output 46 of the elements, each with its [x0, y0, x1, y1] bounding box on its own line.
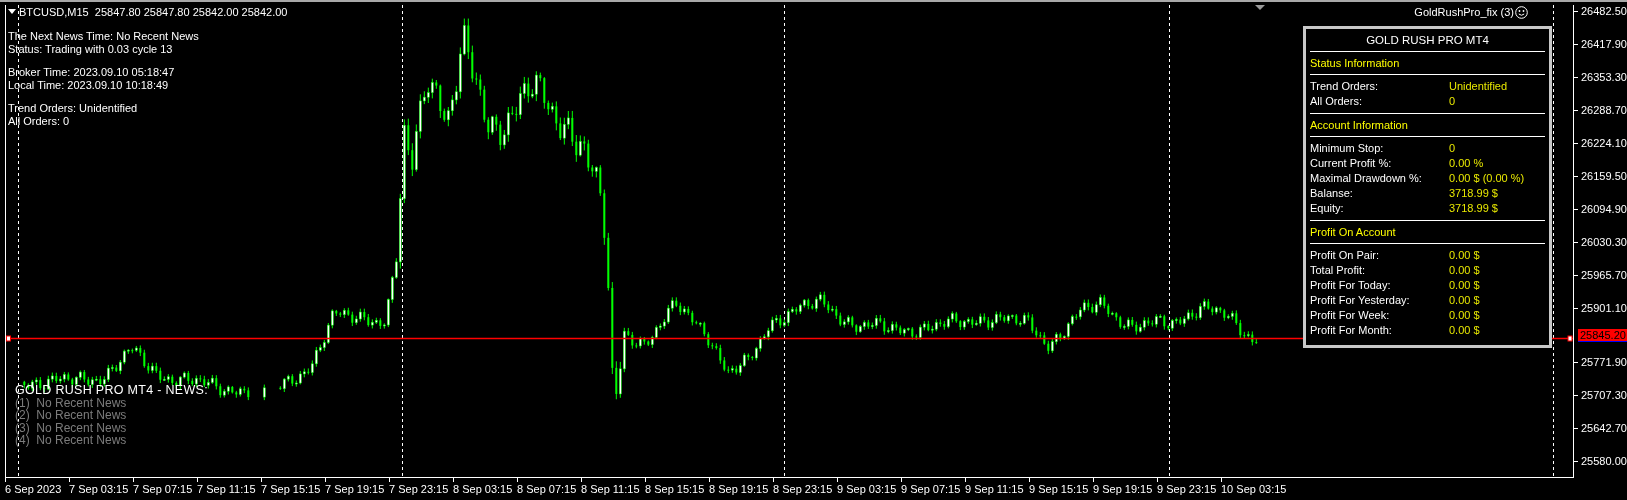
field-label: Maximal Drawdown %: [1310, 171, 1423, 186]
expert-label: GoldRushPro_fix (3) [1414, 6, 1514, 19]
smiley-icon[interactable] [1515, 6, 1528, 19]
field-label: Total Profit: [1310, 263, 1367, 278]
news-item: (2) No Recent News [15, 409, 128, 422]
status-text: Trend Orders: Unidentified [8, 102, 139, 115]
field-value: 0 [1449, 94, 1456, 109]
field-value: 0.00 $ [1449, 308, 1480, 323]
field-label: Trend Orders: [1310, 79, 1380, 94]
section-heading: Status Information [1310, 56, 1401, 71]
news-item: (3) No Recent News [15, 421, 128, 434]
current-price-label: 25845.20 [1578, 329, 1627, 342]
field-label: Equity: [1310, 201, 1345, 216]
field-label: Profit For Month: [1310, 323, 1393, 338]
news-title: GOLD RUSH PRO MT4 - NEWS: [15, 383, 208, 397]
news-item: (4) No Recent News [15, 433, 128, 447]
field-label: Current Profit %: [1310, 156, 1393, 171]
status-text: Status: Trading with 0.03 cycle 13 [8, 43, 174, 56]
section-heading: Account Information [1310, 118, 1409, 133]
field-value: 0.00 $ [1449, 278, 1480, 293]
dropdown-icon[interactable] [8, 9, 16, 15]
status-text: Broker Time: 2023.09.10 05:18:47 [8, 66, 176, 79]
field-label: All Orders: [1310, 94, 1363, 109]
section-heading: Profit On Account [1310, 225, 1397, 240]
field-value: 0.00 $ [1449, 293, 1480, 308]
field-value: 0.00 $ (0.00 %) [1449, 171, 1525, 186]
symbol-header: BTCUSD,M15 25847.80 25847.80 25842.00 25842.00 [19, 6, 288, 18]
field-label: Minimum Stop: [1310, 141, 1385, 156]
field-label: Balanse: [1310, 186, 1354, 201]
field-value: 0 [1449, 141, 1456, 156]
field-value: 0.00 $ [1449, 248, 1480, 263]
status-text: The Next News Time: No Recent News [8, 30, 199, 43]
news-item: (1) No Recent News [15, 397, 128, 410]
field-value: 3718.99 $ [1449, 186, 1498, 201]
panel-title: GOLD RUSH PRO MT4 [1365, 33, 1490, 48]
field-value: 0.00 % [1449, 156, 1484, 171]
field-label: Profit For Week: [1310, 308, 1391, 323]
field-label: Profit For Today: [1310, 278, 1392, 293]
field-value: Unidentified [1449, 79, 1508, 94]
status-text: Local Time: 2023.09.10 10:18:49 [8, 79, 170, 92]
field-label: Profit For Yesterday: [1310, 293, 1411, 308]
field-value: 0.00 $ [1449, 323, 1480, 338]
field-value: 3718.99 $ [1449, 201, 1498, 216]
shift-marker-icon[interactable] [1255, 5, 1265, 11]
field-value: 0.00 $ [1449, 263, 1480, 278]
field-label: Profit On Pair: [1310, 248, 1381, 263]
